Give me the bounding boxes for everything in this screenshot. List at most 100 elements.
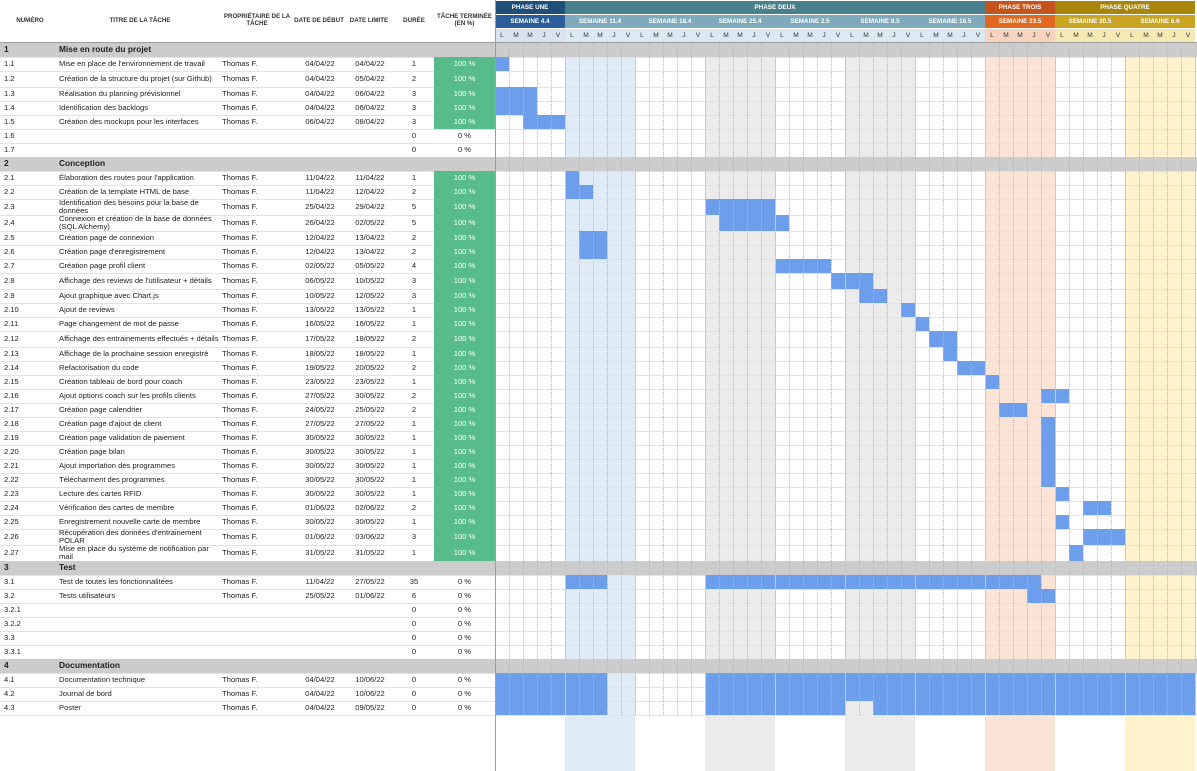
task-start-date[interactable] [296,603,344,617]
task-title[interactable]: Création des mockups pour les interfaces [59,115,219,129]
task-percent-done[interactable]: 0 % [434,645,495,659]
task-title[interactable]: Connexion et création de la base de donn… [59,215,219,231]
task-percent-done[interactable]: 0 % [434,687,495,701]
task-owner[interactable]: Thomas F. [222,459,294,473]
task-end-date[interactable]: 30/05/22 [346,431,394,445]
task-end-date[interactable]: 03/06/22 [346,529,394,545]
task-number[interactable]: 2.19 [4,431,60,445]
task-title[interactable]: Création page profil client [59,259,219,273]
task-duration[interactable]: 6 [394,589,434,603]
task-end-date[interactable]: 30/05/22 [346,445,394,459]
task-owner[interactable]: Thomas F. [222,71,294,87]
task-title[interactable]: Journal de bord [59,687,219,701]
task-owner[interactable]: Thomas F. [222,245,294,259]
task-end-date[interactable]: 13/04/22 [346,231,394,245]
week-header[interactable]: SEMAINE 6.6 [1125,15,1195,28]
task-owner[interactable]: Thomas F. [222,403,294,417]
task-duration[interactable]: 2 [394,389,434,403]
task-owner[interactable]: Thomas F. [222,57,294,71]
task-duration[interactable]: 1 [394,317,434,331]
task-duration[interactable]: 0 [394,687,434,701]
task-title[interactable] [59,603,219,617]
task-title[interactable] [59,617,219,631]
task-title[interactable]: Création page validation de paiement [59,431,219,445]
task-owner[interactable] [222,129,294,143]
task-title[interactable]: Refactorisation du code [59,361,219,375]
task-percent-done[interactable]: 100 % [434,501,495,515]
task-end-date[interactable] [346,129,394,143]
task-percent-done[interactable]: 100 % [434,303,495,317]
week-header[interactable]: SEMAINE 16.5 [915,15,985,28]
task-start-date[interactable]: 12/04/22 [296,231,344,245]
task-end-date[interactable]: 31/05/22 [346,545,394,561]
task-title[interactable] [59,645,219,659]
task-owner[interactable]: Thomas F. [222,375,294,389]
task-owner[interactable]: Thomas F. [222,347,294,361]
task-duration[interactable]: 0 [394,673,434,687]
task-duration[interactable]: 3 [394,115,434,129]
task-duration[interactable]: 5 [394,215,434,231]
section-number[interactable]: 1 [4,43,60,57]
task-start-date[interactable] [296,631,344,645]
task-owner[interactable]: Thomas F. [222,87,294,101]
section-title[interactable]: Documentation [59,659,279,673]
task-number[interactable]: 2.3 [4,199,60,215]
task-percent-done[interactable]: 100 % [434,487,495,501]
task-percent-done[interactable]: 100 % [434,459,495,473]
task-number[interactable]: 3.2.2 [4,617,60,631]
task-percent-done[interactable]: 100 % [434,473,495,487]
task-owner[interactable] [222,143,294,157]
week-header[interactable]: SEMAINE 4.4 [495,15,565,28]
task-duration[interactable]: 1 [394,171,434,185]
task-number[interactable]: 2.26 [4,529,60,545]
header-end-date[interactable]: DATE LIMITE [344,0,394,42]
task-start-date[interactable]: 30/05/22 [296,445,344,459]
task-end-date[interactable]: 10/05/22 [346,273,394,289]
task-title[interactable]: Vérification des cartes de membre [59,501,219,515]
task-title[interactable]: Réalisation du planning prévisionnel [59,87,219,101]
task-title[interactable]: Élaboration des routes pour l'applicatio… [59,171,219,185]
task-number[interactable]: 2.7 [4,259,60,273]
task-percent-done[interactable]: 0 % [434,129,495,143]
task-start-date[interactable]: 12/04/22 [296,245,344,259]
task-number[interactable]: 1.6 [4,129,60,143]
task-start-date[interactable]: 27/05/22 [296,417,344,431]
section-number[interactable]: 4 [4,659,60,673]
task-number[interactable]: 1.3 [4,87,60,101]
task-title[interactable]: Ajout graphique avec Chart.js [59,289,219,303]
task-duration[interactable]: 1 [394,375,434,389]
gantt-bar[interactable] [943,347,957,361]
task-duration[interactable]: 2 [394,185,434,199]
task-end-date[interactable]: 04/04/22 [346,57,394,71]
task-owner[interactable]: Thomas F. [222,575,294,589]
task-end-date[interactable]: 06/04/22 [346,101,394,115]
task-duration[interactable]: 1 [394,473,434,487]
task-number[interactable]: 2.15 [4,375,60,389]
gantt-bar[interactable] [915,317,929,331]
task-duration[interactable]: 1 [394,459,434,473]
task-end-date[interactable] [346,603,394,617]
task-start-date[interactable]: 04/04/22 [296,687,344,701]
task-owner[interactable]: Thomas F. [222,303,294,317]
gantt-bar[interactable] [495,87,537,101]
task-title[interactable]: Mise en place du système de notification… [59,545,219,561]
task-number[interactable]: 2.21 [4,459,60,473]
task-start-date[interactable]: 27/05/22 [296,389,344,403]
task-start-date[interactable] [296,645,344,659]
task-percent-done[interactable]: 100 % [434,445,495,459]
task-end-date[interactable]: 16/05/22 [346,317,394,331]
task-duration[interactable]: 1 [394,487,434,501]
task-owner[interactable]: Thomas F. [222,389,294,403]
gantt-bar[interactable] [1041,459,1055,473]
phase-header[interactable]: PHASE UNE [495,1,565,14]
task-duration[interactable]: 2 [394,71,434,87]
gantt-bar[interactable] [1083,529,1125,545]
task-start-date[interactable]: 23/05/22 [296,375,344,389]
task-start-date[interactable]: 16/05/22 [296,317,344,331]
task-percent-done[interactable]: 0 % [434,631,495,645]
section-number[interactable]: 2 [4,157,60,171]
task-owner[interactable]: Thomas F. [222,473,294,487]
task-title[interactable]: Création page d'enregistrement [59,245,219,259]
task-percent-done[interactable]: 100 % [434,57,495,71]
task-title[interactable]: Création page bilan [59,445,219,459]
